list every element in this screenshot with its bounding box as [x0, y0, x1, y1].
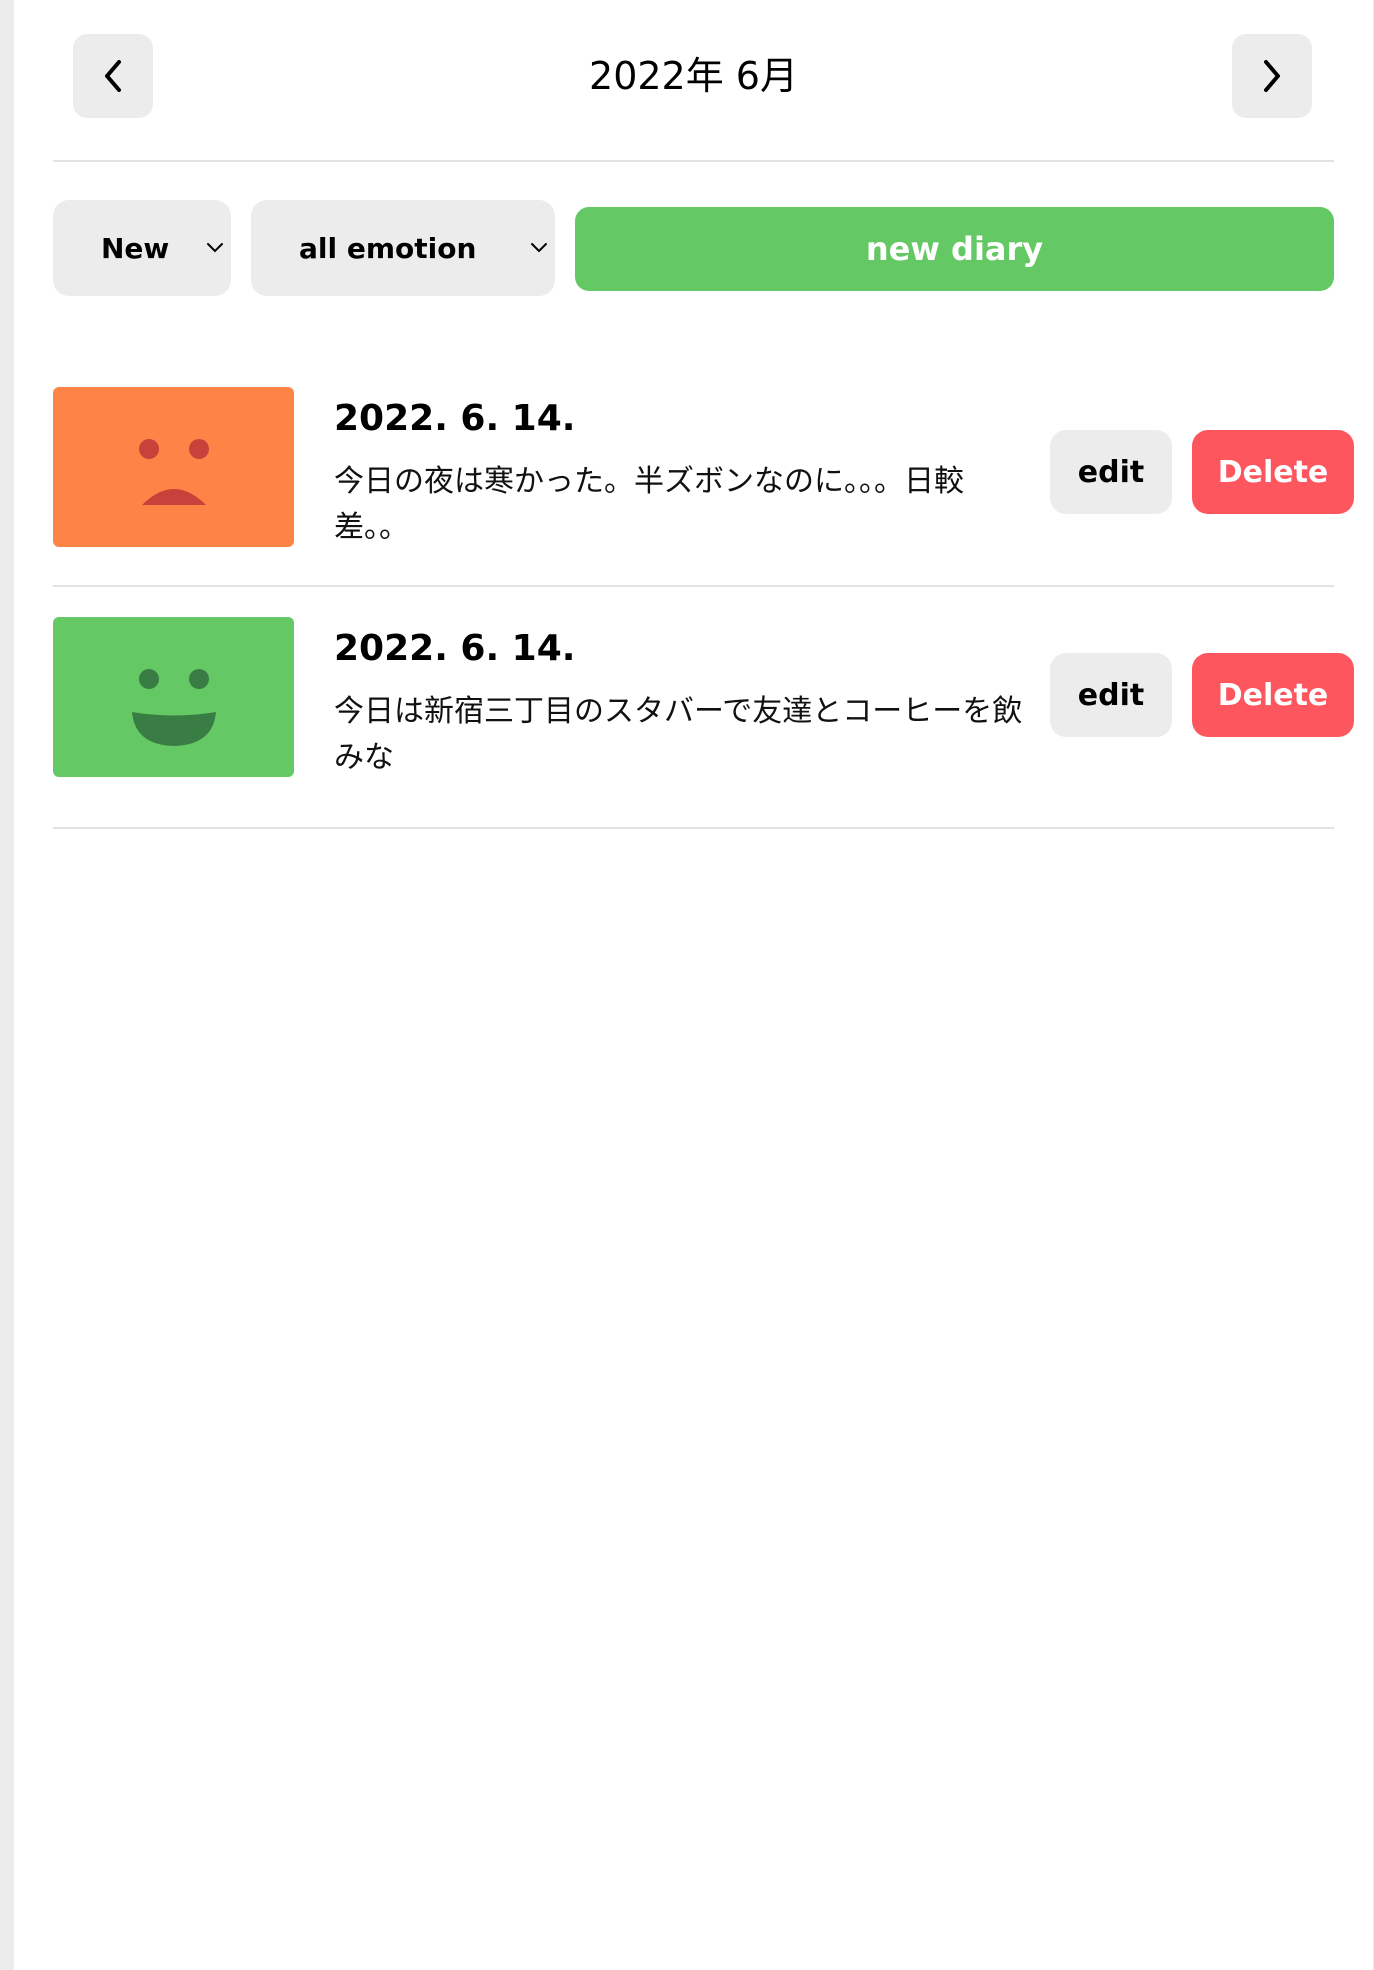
sort-select[interactable]: New: [53, 200, 231, 296]
header: 2022年 6月: [53, 0, 1334, 162]
delete-button[interactable]: Delete: [1192, 430, 1354, 514]
chevron-down-icon: [531, 243, 547, 253]
happy-face-icon[interactable]: [53, 617, 294, 777]
diary-date[interactable]: 2022. 6. 14.: [334, 397, 575, 441]
new-diary-button[interactable]: new diary: [575, 207, 1334, 291]
diary-item: 2022. 6. 14. 今日は新宿三丁目のスタバーで友達とコーヒーを飲みな e…: [53, 587, 1354, 829]
month-title: 2022年 6月: [589, 54, 798, 98]
delete-button[interactable]: Delete: [1192, 653, 1354, 737]
diary-item: 2022. 6. 14. 今日の夜は寒かった。半ズボンなのに。。。日較差。。 e…: [53, 355, 1354, 587]
diary-date[interactable]: 2022. 6. 14.: [334, 627, 575, 671]
sort-select-value: New: [101, 231, 170, 265]
diary-content[interactable]: 今日の夜は寒かった。半ズボンなのに。。。日較差。。: [334, 459, 1034, 551]
app-container: 2022年 6月 New all emotion new diary 2022.…: [14, 0, 1373, 1970]
chevron-down-icon: [207, 243, 223, 253]
emotion-filter-select[interactable]: all emotion: [251, 200, 555, 296]
diary-content[interactable]: 今日は新宿三丁目のスタバーで友達とコーヒーを飲みな: [334, 689, 1034, 781]
edit-button[interactable]: edit: [1050, 653, 1172, 737]
edit-button[interactable]: edit: [1050, 430, 1172, 514]
sad-face-icon[interactable]: [53, 387, 294, 547]
chevron-right-icon: [1264, 60, 1280, 92]
emotion-filter-value: all emotion: [299, 231, 477, 265]
controls-bar: New all emotion new diary: [53, 200, 1334, 300]
next-month-button[interactable]: [1232, 34, 1312, 118]
diary-list: 2022. 6. 14. 今日の夜は寒かった。半ズボンなのに。。。日較差。。 e…: [53, 355, 1354, 829]
